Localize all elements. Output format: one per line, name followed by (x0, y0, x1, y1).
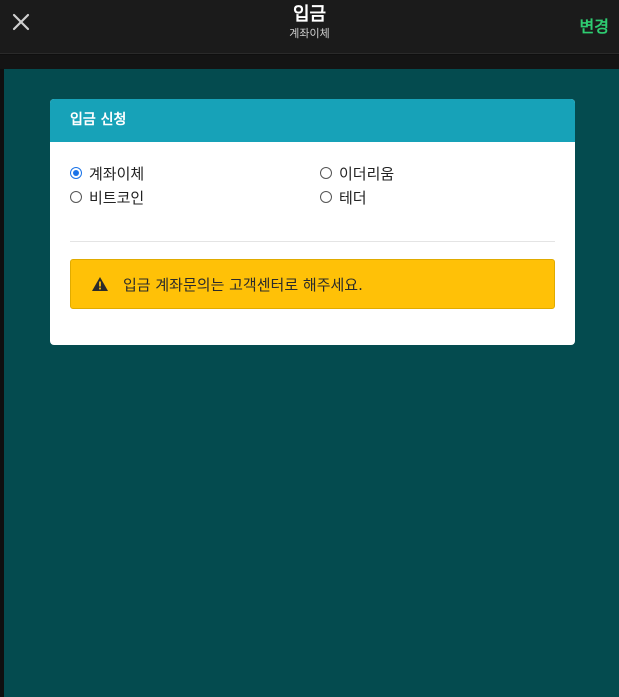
deposit-card: 입금 신청 계좌이체 이더리움 비트코인 테더 입금 계좌문의는 고객센터로 해… (50, 99, 575, 345)
title-block: 입금 계좌이체 (0, 4, 619, 42)
page-subtitle: 계좌이체 (289, 27, 330, 40)
alert-text: 입금 계좌문의는 고객센터로 해주세요. (123, 275, 363, 294)
option-label: 이더리움 (339, 164, 395, 183)
option-label: 테더 (339, 188, 367, 207)
option-label: 비트코인 (89, 188, 145, 207)
option-ethereum[interactable]: 이더리움 (320, 163, 394, 183)
page-title: 입금 (292, 4, 327, 25)
option-bank-transfer[interactable]: 계좌이체 (70, 163, 144, 183)
radio-bank-transfer[interactable] (70, 167, 82, 179)
warning-icon (92, 277, 108, 291)
close-icon[interactable] (10, 11, 32, 33)
payment-method-options: 계좌이체 이더리움 비트코인 테더 (50, 142, 575, 242)
header-spacer (0, 55, 619, 69)
change-button[interactable]: 변경 (580, 13, 609, 37)
content-area: 입금 신청 계좌이체 이더리움 비트코인 테더 입금 계좌문의는 고객센터로 해… (4, 69, 619, 697)
option-label: 계좌이체 (89, 164, 145, 183)
radio-bitcoin[interactable] (70, 191, 82, 203)
warning-alert: 입금 계좌문의는 고객센터로 해주세요. (70, 259, 555, 309)
divider (70, 241, 555, 242)
radio-tether[interactable] (320, 191, 332, 203)
card-title: 입금 신청 (50, 99, 575, 142)
top-bar: 입금 계좌이체 변경 (0, 0, 619, 54)
option-bitcoin[interactable]: 비트코인 (70, 187, 144, 207)
option-tether[interactable]: 테더 (320, 187, 367, 207)
radio-ethereum[interactable] (320, 167, 332, 179)
